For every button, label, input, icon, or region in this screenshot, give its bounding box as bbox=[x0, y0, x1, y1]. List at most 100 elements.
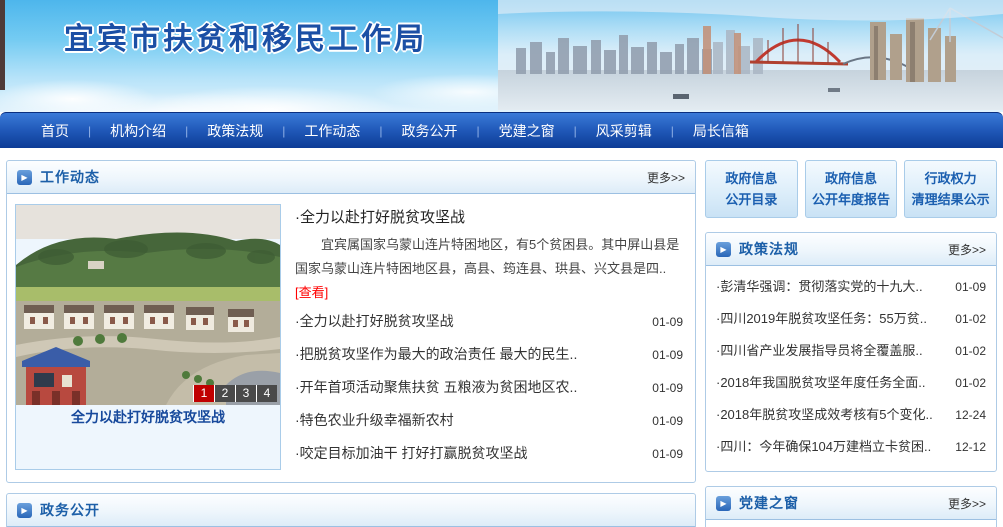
news-list-item[interactable]: ·全力以赴打好脱贫攻坚战 01-09 bbox=[295, 305, 683, 338]
gov-open-section: ▶ 政务公开 扶贫开发 更多>> 移民安置 更多>> bbox=[6, 493, 696, 527]
news-item-date: 01-09 bbox=[652, 372, 683, 404]
party-list: ·学条例 守规矩 为打赢脱贫攻坚战.. 12-07 bbox=[706, 520, 996, 527]
policy-item-date: 01-02 bbox=[955, 336, 986, 367]
site-banner: 宜宾市扶贫和移民工作局 bbox=[0, 0, 1003, 112]
nav-item-gallery[interactable]: 风采剪辑 bbox=[596, 121, 652, 141]
news-item-date: 01-09 bbox=[652, 306, 683, 338]
work-news-title: 工作动态 bbox=[40, 167, 100, 187]
policy-list-item[interactable]: ·四川省产业发展指导员将全覆盖服.. 01-02 bbox=[716, 335, 986, 367]
policy-item-date: 12-12 bbox=[955, 432, 986, 463]
news-item-title: ·开年首项活动聚焦扶贫 五粮液为贫困地区农.. bbox=[295, 371, 577, 403]
nav-item-gov-open[interactable]: 政务公开 bbox=[402, 121, 458, 141]
carousel-page-4[interactable]: 4 bbox=[256, 385, 277, 402]
carousel-caption[interactable]: 全力以赴打好脱贫攻坚战 bbox=[16, 405, 280, 430]
news-item-title: ·把脱贫攻坚作为最大的政治责任 最大的民生.. bbox=[295, 338, 577, 370]
work-news-list: ·全力以赴打好脱贫攻坚战 宜宾属国家乌蒙山连片特困地区，有5个贫困县。其中屏山县… bbox=[295, 204, 687, 470]
nav-separator: | bbox=[88, 124, 91, 138]
main-nav: 首页 | 机构介绍 | 政策法规 | 工作动态 | 政务公开 | 党建之窗 | … bbox=[0, 112, 1003, 148]
nav-separator: | bbox=[477, 124, 480, 138]
info-directory-line2: 公开目录 bbox=[725, 189, 777, 210]
news-carousel[interactable]: 1 2 3 4 全力以赴打好脱贫攻坚战 bbox=[15, 204, 281, 470]
news-item-date: 01-09 bbox=[652, 405, 683, 437]
news-item-title: ·咬定目标加油干 打好打赢脱贫攻坚战 bbox=[295, 437, 528, 469]
policy-item-date: 01-02 bbox=[955, 304, 986, 335]
info-directory-button[interactable]: 政府信息 公开目录 bbox=[705, 160, 798, 218]
nav-separator: | bbox=[379, 124, 382, 138]
policy-item-title: ·四川2019年脱贫攻坚任务：55万贫.. bbox=[716, 303, 927, 334]
news-item-date: 01-09 bbox=[652, 339, 683, 371]
news-item-title: ·特色农业升级幸福新农村 bbox=[295, 404, 454, 436]
arrow-right-icon: ▶ bbox=[716, 496, 731, 511]
party-title: 党建之窗 bbox=[739, 493, 799, 513]
work-news-body: 1 2 3 4 全力以赴打好脱贫攻坚战 ·全力以赴打好脱贫攻坚战 宜宾属国家乌蒙… bbox=[7, 194, 695, 482]
policy-item-title: ·四川省产业发展指导员将全覆盖服.. bbox=[716, 335, 923, 366]
view-more-link[interactable]: [查看] bbox=[295, 285, 328, 300]
policy-more-link[interactable]: 更多>> bbox=[948, 241, 986, 258]
nav-item-mailbox[interactable]: 局长信箱 bbox=[693, 121, 749, 141]
annual-report-button[interactable]: 政府信息 公开年度报告 bbox=[805, 160, 898, 218]
policy-item-title: ·2018年脱贫攻坚成效考核有5个变化.. bbox=[716, 399, 933, 430]
nav-item-home[interactable]: 首页 bbox=[41, 121, 69, 141]
carousel-page-2[interactable]: 2 bbox=[214, 385, 235, 402]
policy-item-title: ·2018年我国脱贫攻坚年度任务全面.. bbox=[716, 367, 925, 398]
arrow-right-icon: ▶ bbox=[17, 170, 32, 185]
featured-summary-text: 宜宾属国家乌蒙山连片特困地区，有5个贫困县。其中屏山县是国家乌蒙山连片特困地区县… bbox=[295, 237, 679, 276]
policy-item-date: 01-09 bbox=[955, 272, 986, 303]
news-list-item[interactable]: ·开年首项活动聚焦扶贫 五粮液为贫困地区农.. 01-09 bbox=[295, 371, 683, 404]
annual-report-line2: 公开年度报告 bbox=[812, 189, 890, 210]
news-list-item[interactable]: ·咬定目标加油干 打好打赢脱贫攻坚战 01-09 bbox=[295, 437, 683, 470]
party-more-link[interactable]: 更多>> bbox=[948, 495, 986, 512]
policy-list-item[interactable]: ·2018年脱贫攻坚成效考核有5个变化.. 12-24 bbox=[716, 399, 986, 431]
featured-news-summary: 宜宾属国家乌蒙山连片特困地区，有5个贫困县。其中屏山县是国家乌蒙山连片特困地区县… bbox=[295, 233, 683, 305]
admin-power-line2: 清理结果公示 bbox=[912, 189, 990, 210]
carousel-photo bbox=[16, 205, 280, 405]
news-list-item[interactable]: ·特色农业升级幸福新农村 01-09 bbox=[295, 404, 683, 437]
policy-title: 政策法规 bbox=[739, 239, 799, 259]
annual-report-line1: 政府信息 bbox=[825, 168, 877, 189]
party-section: ▶ 党建之窗 更多>> ·学条例 守规矩 为打赢脱贫攻坚战.. 12-07 bbox=[705, 486, 997, 527]
carousel-pagination: 1 2 3 4 bbox=[193, 385, 277, 402]
gov-open-header: ▶ 政务公开 bbox=[7, 494, 695, 527]
nav-separator: | bbox=[185, 124, 188, 138]
news-item-date: 01-09 bbox=[652, 438, 683, 470]
policy-item-title: ·彭清华强调：贯彻落实党的十九大.. bbox=[716, 271, 923, 302]
nav-item-work-news[interactable]: 工作动态 bbox=[304, 121, 360, 141]
nav-item-party[interactable]: 党建之窗 bbox=[499, 121, 555, 141]
policy-list-item[interactable]: ·2018年我国脱贫攻坚年度任务全面.. 01-02 bbox=[716, 367, 986, 399]
policy-item-title: ·四川：今年确保104万建档立卡贫困.. bbox=[716, 431, 931, 462]
policy-header: ▶ 政策法规 更多>> bbox=[706, 233, 996, 266]
policy-list: ·彭清华强调：贯彻落实党的十九大.. 01-09 ·四川2019年脱贫攻坚任务：… bbox=[706, 266, 996, 471]
carousel-page-1[interactable]: 1 bbox=[193, 385, 214, 402]
party-header: ▶ 党建之窗 更多>> bbox=[706, 487, 996, 520]
admin-power-line1: 行政权力 bbox=[925, 168, 977, 189]
banner-left-edge bbox=[0, 0, 5, 90]
admin-power-button[interactable]: 行政权力 清理结果公示 bbox=[904, 160, 997, 218]
featured-news-title[interactable]: ·全力以赴打好脱贫攻坚战 bbox=[295, 206, 683, 227]
main-content: ▶ 工作动态 更多>> bbox=[0, 148, 1003, 527]
nav-item-about[interactable]: 机构介绍 bbox=[110, 121, 166, 141]
nav-separator: | bbox=[574, 124, 577, 138]
policy-section: ▶ 政策法规 更多>> ·彭清华强调：贯彻落实党的十九大.. 01-09 ·四川… bbox=[705, 232, 997, 472]
nav-separator: | bbox=[671, 124, 674, 138]
gov-open-title: 政务公开 bbox=[40, 500, 100, 520]
work-news-section: ▶ 工作动态 更多>> bbox=[6, 160, 696, 483]
page: 宜宾市扶贫和移民工作局 首页 | 机构介绍 | 政策法规 | 工作动态 | 政务… bbox=[0, 0, 1003, 527]
right-column: 政府信息 公开目录 政府信息 公开年度报告 行政权力 清理结果公示 ▶ 政策法规… bbox=[705, 160, 997, 527]
work-news-header: ▶ 工作动态 更多>> bbox=[7, 161, 695, 194]
news-list-item[interactable]: ·把脱贫攻坚作为最大的政治责任 最大的民生.. 01-09 bbox=[295, 338, 683, 371]
quick-buttons: 政府信息 公开目录 政府信息 公开年度报告 行政权力 清理结果公示 bbox=[705, 160, 997, 218]
left-column: ▶ 工作动态 更多>> bbox=[6, 160, 696, 527]
news-item-title: ·全力以赴打好脱贫攻坚战 bbox=[295, 305, 454, 337]
policy-list-item[interactable]: ·四川：今年确保104万建档立卡贫困.. 12-12 bbox=[716, 431, 986, 463]
policy-item-date: 12-24 bbox=[955, 400, 986, 431]
carousel-page-3[interactable]: 3 bbox=[235, 385, 256, 402]
site-title: 宜宾市扶贫和移民工作局 bbox=[64, 14, 427, 58]
nav-separator: | bbox=[282, 124, 285, 138]
info-directory-line1: 政府信息 bbox=[725, 168, 777, 189]
policy-list-item[interactable]: ·彭清华强调：贯彻落实党的十九大.. 01-09 bbox=[716, 271, 986, 303]
policy-list-item[interactable]: ·四川2019年脱贫攻坚任务：55万贫.. 01-02 bbox=[716, 303, 986, 335]
city-skyline-image bbox=[498, 0, 1003, 110]
nav-item-policy[interactable]: 政策法规 bbox=[207, 121, 263, 141]
work-news-more-link[interactable]: 更多>> bbox=[647, 169, 685, 186]
arrow-right-icon: ▶ bbox=[716, 242, 731, 257]
